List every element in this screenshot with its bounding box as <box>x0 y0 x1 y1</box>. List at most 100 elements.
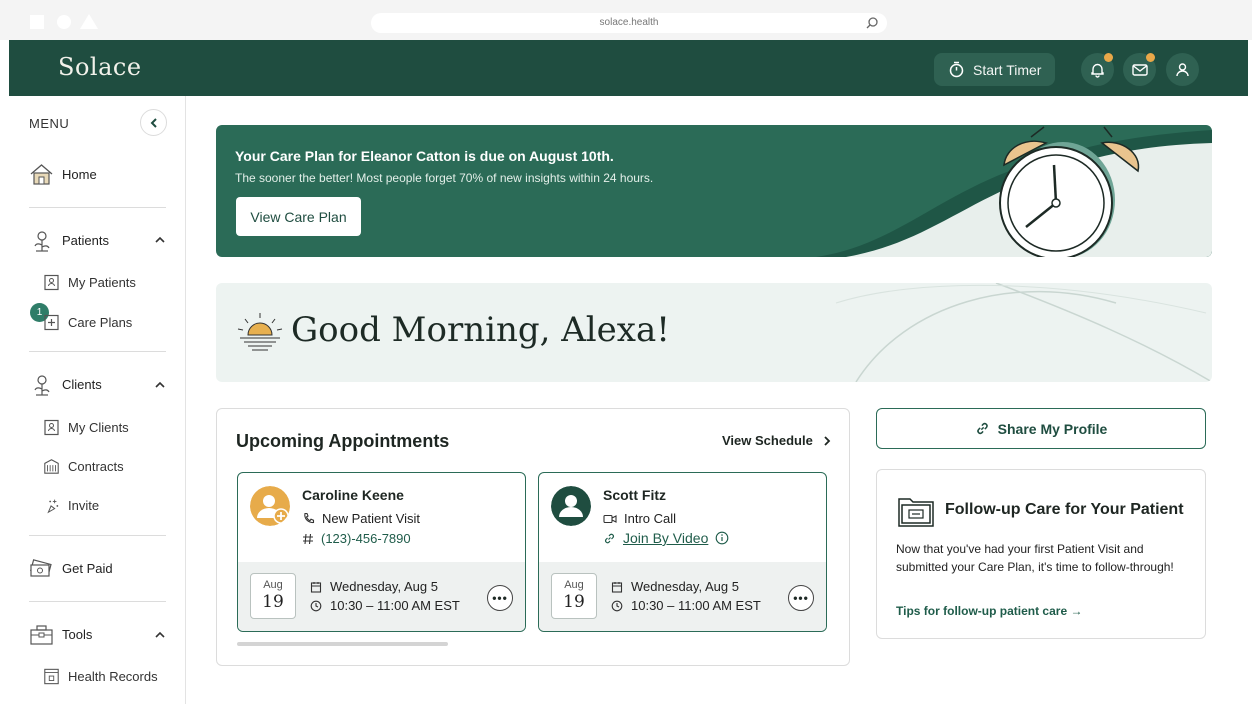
follow-up-tips-link[interactable]: Tips for follow-up patient care → <box>896 604 1082 618</box>
client-name: Scott Fitz <box>603 487 666 503</box>
link-icon <box>605 533 614 543</box>
patient-name: Caroline Keene <box>302 487 404 503</box>
building-icon <box>43 458 60 475</box>
appointment-date: Wednesday, Aug 5 <box>310 579 438 594</box>
address-bar[interactable]: solace.health <box>371 13 887 33</box>
notification-dot <box>1104 53 1113 62</box>
sidebar-item-label: Get Paid <box>62 561 113 576</box>
id-card-icon <box>43 419 60 436</box>
divider <box>29 601 166 602</box>
more-options-button[interactable]: ••• <box>788 585 814 611</box>
time-text: 10:30 – 11:00 AM EST <box>330 598 460 613</box>
date-text: Wednesday, Aug 5 <box>330 579 438 594</box>
date-text: Wednesday, Aug 5 <box>631 579 739 594</box>
horizontal-scrollbar[interactable] <box>237 642 448 646</box>
visit-type: Intro Call <box>603 511 676 526</box>
follow-up-body: Now that you've had your first Patient V… <box>896 542 1174 574</box>
sidebar-item-label: Health Records <box>68 669 158 684</box>
sparkle-icon <box>43 497 60 514</box>
sidebar-item-contracts[interactable]: Contracts <box>43 458 124 475</box>
sidebar-item-get-paid[interactable]: Get Paid <box>29 556 113 581</box>
new-patient-avatar-icon <box>250 486 290 526</box>
start-timer-button[interactable]: Start Timer <box>934 53 1055 86</box>
sidebar-item-label: Patients <box>62 233 109 248</box>
sunrise-icon <box>237 313 283 351</box>
chevron-right-icon <box>824 435 831 446</box>
chevron-up-icon[interactable] <box>154 630 166 640</box>
date-day: 19 <box>563 592 585 612</box>
sidebar-item-invite[interactable]: Invite <box>43 497 99 514</box>
care-plan-icon <box>43 314 60 331</box>
house-icon <box>29 162 54 187</box>
view-schedule-label: View Schedule <box>722 433 813 448</box>
appointment-time: 10:30 – 11:00 AM EST <box>310 598 460 613</box>
date-month: Aug <box>263 579 283 591</box>
banner-subtitle: The sooner the better! Most people forge… <box>235 171 654 185</box>
greeting-text: Good Morning, Alexa! <box>291 310 670 350</box>
sidebar-item-my-patients[interactable]: My Patients <box>43 274 136 291</box>
sidebar-item-clients[interactable]: Clients <box>29 372 102 397</box>
share-my-profile-button[interactable]: Share My Profile <box>876 408 1206 449</box>
money-icon <box>29 556 54 581</box>
flower-icon <box>29 372 54 397</box>
window-triangle-icon <box>80 14 98 29</box>
view-schedule-link[interactable]: View Schedule <box>722 433 831 448</box>
upcoming-appointments-panel: Upcoming Appointments View Schedule Caro… <box>216 408 850 666</box>
sidebar-item-patients[interactable]: Patients <box>29 228 109 253</box>
info-icon[interactable] <box>715 531 729 545</box>
divider <box>29 207 166 208</box>
appointment-card[interactable]: Scott Fitz Intro Call Join By Video Aug … <box>538 472 827 632</box>
calendar-icon <box>310 581 322 593</box>
url-text: solace.health <box>599 17 659 28</box>
appointment-card-top: Caroline Keene New Patient Visit (123)-4… <box>238 473 525 562</box>
appointment-card[interactable]: Caroline Keene New Patient Visit (123)-4… <box>237 472 526 632</box>
chevron-up-icon[interactable] <box>154 380 166 390</box>
join-by-video-link[interactable]: Join By Video <box>623 530 708 546</box>
link-icon <box>976 422 988 435</box>
sidebar-item-label: Tools <box>62 627 93 642</box>
appointment-card-bottom: Aug 19 Wednesday, Aug 5 10:30 – 11:00 AM… <box>539 562 826 631</box>
more-options-button[interactable]: ••• <box>487 585 513 611</box>
clock-icon <box>611 600 623 611</box>
share-my-profile-label: Share My Profile <box>997 420 1108 437</box>
calendar-icon <box>611 581 623 593</box>
divider <box>29 535 166 536</box>
appointments-title: Upcoming Appointments <box>236 431 450 451</box>
search-icon <box>866 17 878 29</box>
date-box: Aug 19 <box>551 573 597 619</box>
phone-number[interactable]: (123)-456-7890 <box>321 531 411 546</box>
user-icon <box>1176 63 1189 77</box>
bell-icon <box>1091 63 1104 78</box>
records-icon <box>43 668 60 685</box>
sidebar-item-care-plans[interactable]: Care Plans <box>43 314 132 331</box>
join-line: Join By Video <box>603 530 729 546</box>
hash-icon <box>303 533 313 544</box>
app-logo[interactable]: Solace <box>58 53 142 81</box>
appointment-date: Wednesday, Aug 5 <box>611 579 739 594</box>
care-plan-banner: Your Care Plan for Eleanor Catton is due… <box>216 125 1212 257</box>
follow-up-title: Follow-up Care for Your Patient <box>945 501 1184 518</box>
view-care-plan-button[interactable]: View Care Plan <box>236 197 361 236</box>
sidebar-item-label: My Clients <box>68 420 129 435</box>
sidebar-item-health-records[interactable]: Health Records <box>43 668 158 685</box>
ellipsis-icon: ••• <box>793 591 809 605</box>
folder-icon <box>898 498 934 527</box>
client-avatar-icon <box>551 486 591 526</box>
chevron-up-icon[interactable] <box>154 235 166 245</box>
profile-button[interactable] <box>1166 53 1199 86</box>
window-circle-icon <box>57 15 71 29</box>
sidebar-item-home[interactable]: Home <box>29 162 97 187</box>
sidebar-item-label: Home <box>62 167 97 182</box>
video-camera-icon <box>603 514 617 523</box>
collapse-sidebar-button[interactable] <box>140 109 167 136</box>
visit-type-label: Intro Call <box>624 511 677 526</box>
sidebar-item-my-clients[interactable]: My Clients <box>43 419 129 436</box>
sidebar-item-tools[interactable]: Tools <box>29 622 92 647</box>
start-timer-label: Start Timer <box>973 61 1042 78</box>
time-text: 10:30 – 11:00 AM EST <box>631 598 761 613</box>
app-header: Solace Start Timer <box>9 40 1248 96</box>
messages-button[interactable] <box>1123 53 1156 86</box>
notifications-button[interactable] <box>1081 53 1114 86</box>
sidebar: MENU Home Patients My Patients 1 Care Pl… <box>9 96 186 704</box>
contact-line: (123)-456-7890 <box>302 531 411 546</box>
